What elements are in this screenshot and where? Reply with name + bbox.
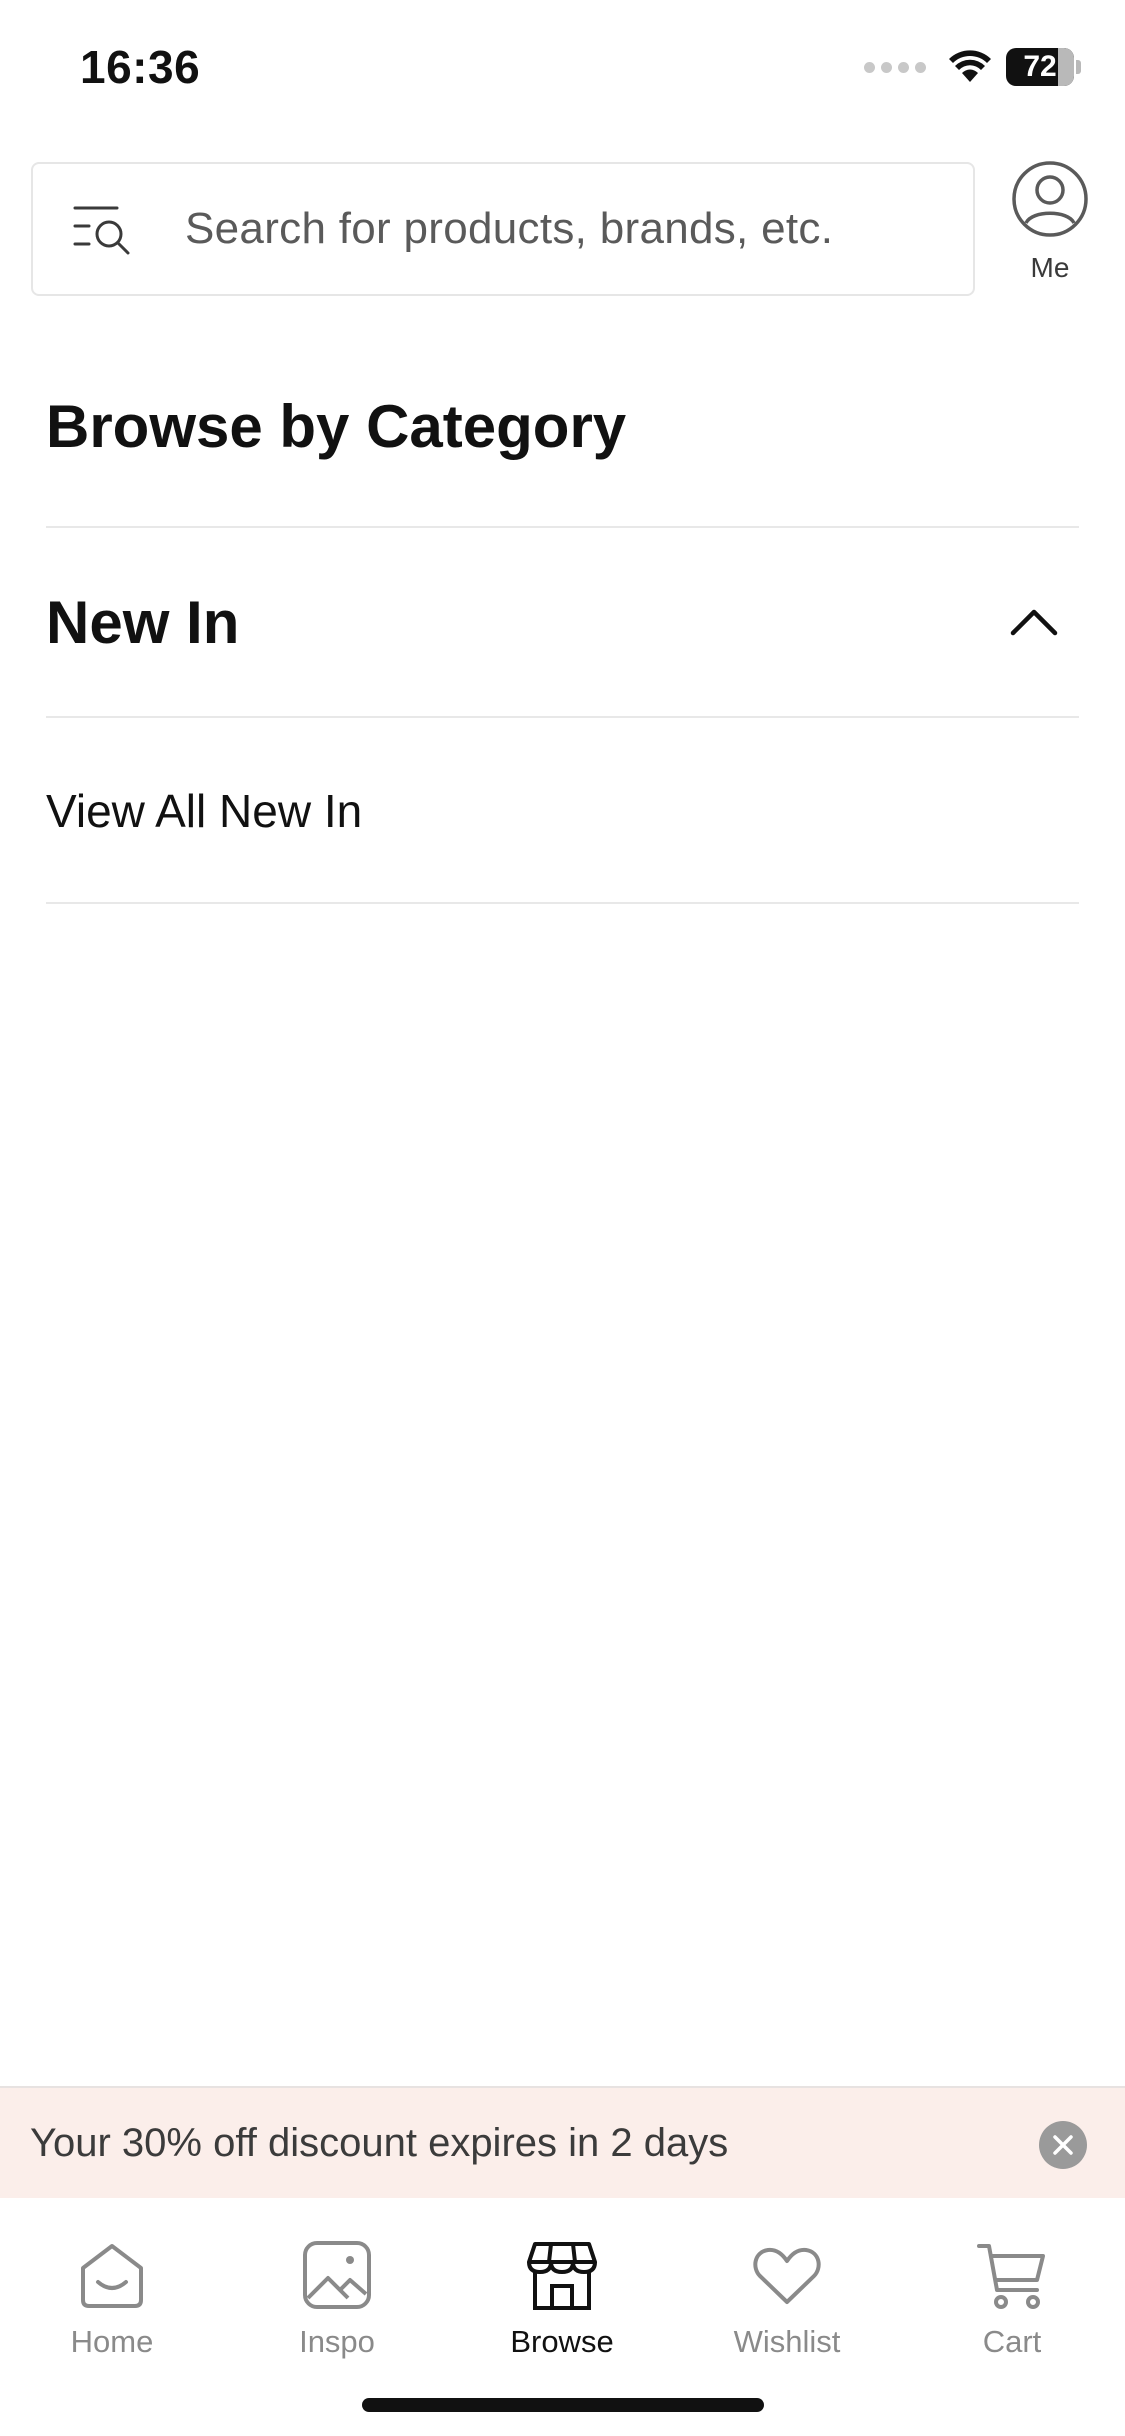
- close-icon: [1053, 2135, 1073, 2155]
- image-icon: [303, 2241, 371, 2309]
- tab-browse[interactable]: Browse: [472, 2238, 652, 2360]
- home-indicator: [362, 2398, 764, 2412]
- status-icons: 72: [864, 48, 1081, 86]
- battery-tip: [1076, 60, 1081, 74]
- tab-label: Cart: [982, 2324, 1042, 2359]
- account-button[interactable]: Me: [1005, 160, 1095, 284]
- tab-label: Inspo: [299, 2324, 375, 2359]
- home-icon: [81, 2244, 143, 2308]
- battery-level: 72: [1023, 50, 1057, 83]
- category-title: New In: [46, 588, 240, 656]
- cellular-signal-icon: [864, 61, 926, 73]
- category-item-view-all-new-in[interactable]: View All New In: [46, 718, 1079, 904]
- tab-wishlist[interactable]: Wishlist: [697, 2238, 877, 2360]
- category-item-label: View All New In: [46, 785, 363, 837]
- search-placeholder: Search for products, brands, etc.: [185, 204, 834, 253]
- status-bar: 16:36 72: [0, 0, 1125, 140]
- promo-banner: Your 30% off discount expires in 2 days: [0, 2086, 1125, 2198]
- account-label: Me: [1030, 252, 1070, 283]
- promo-text: Your 30% off discount expires in 2 days: [30, 2120, 729, 2165]
- battery-icon: 72: [1006, 48, 1074, 86]
- search-input[interactable]: Search for products, brands, etc.: [31, 162, 975, 296]
- chevron-up-icon[interactable]: [1009, 607, 1059, 637]
- heart-icon: [753, 2247, 821, 2304]
- wifi-icon: [949, 50, 991, 82]
- cart-icon: [977, 2244, 1045, 2309]
- tab-label: Browse: [510, 2324, 614, 2359]
- tab-cart[interactable]: Cart: [922, 2238, 1102, 2360]
- user-circle-icon: [1012, 161, 1088, 237]
- status-time: 16:36: [80, 41, 201, 93]
- storefront-icon: [527, 2242, 597, 2310]
- tab-inspo[interactable]: Inspo: [247, 2238, 427, 2360]
- tab-label: Home: [70, 2324, 154, 2359]
- divider: [46, 902, 1079, 904]
- search-filter-icon: [73, 206, 130, 255]
- tab-label: Wishlist: [733, 2324, 841, 2359]
- promo-close-button[interactable]: [1039, 2121, 1087, 2169]
- tab-home[interactable]: Home: [22, 2238, 202, 2360]
- category-header-new-in[interactable]: New In: [46, 528, 1079, 716]
- page-title: Browse by Category: [46, 393, 627, 460]
